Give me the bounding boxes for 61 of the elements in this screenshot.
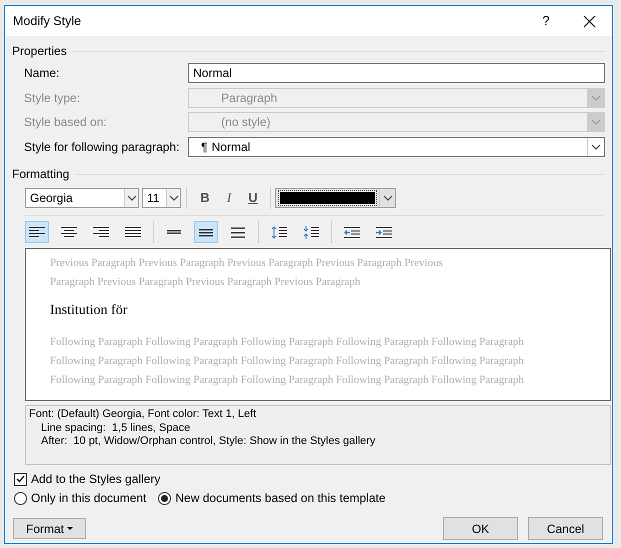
cancel-button[interactable]: Cancel [528, 517, 603, 540]
radio-button[interactable] [14, 492, 27, 504]
dropdown-value: (no style) [221, 114, 271, 132]
chevron-down-icon [591, 94, 601, 101]
preview-sample-text: Institution för [50, 302, 128, 320]
checkbox-label: Add to the Styles gallery [31, 471, 160, 488]
description-text: Line spacing: 1,5 lines, Space [41, 422, 190, 435]
align-right-icon [93, 226, 109, 238]
radio-label: Only in this document [31, 490, 146, 507]
name-field[interactable]: Normal [188, 63, 605, 84]
preview-following-text: Following Paragraph Following Paragraph Following Paragraph Following Paragraph Following Paragraph [50, 354, 524, 369]
preview-following-text: Following Paragraph Following Paragraph Following Paragraph Following Paragraph Following Paragraph [50, 335, 524, 350]
underline-button[interactable]: U [241, 187, 265, 209]
font-value: Georgia [29, 190, 74, 207]
dropdown-value: Paragraph [221, 90, 278, 107]
pilcrow-icon: ¶ [201, 138, 208, 156]
help-button[interactable]: ? [526, 7, 566, 35]
italic-button[interactable]: I [217, 187, 241, 209]
outdent-icon [344, 226, 360, 238]
dropdown-value: Normal [212, 138, 250, 156]
window-title: Modify Style [13, 12, 82, 30]
paragraph-format-button[interactable] [25, 221, 49, 243]
font-color-dropdown[interactable] [275, 188, 396, 208]
spacing-increase-icon [271, 226, 287, 238]
checkbox[interactable] [14, 472, 27, 486]
preview-previous-text: Previous Paragraph Previous Paragraph Previous Paragraph Previous Paragraph Previous [50, 256, 443, 271]
section-heading: Properties [12, 43, 67, 60]
spacing-decrease-icon [303, 226, 319, 238]
scope-radio[interactable]: Only in this document [14, 489, 146, 507]
align-left-icon [29, 226, 45, 238]
paragraph-format-button[interactable] [194, 221, 218, 243]
preview-previous-text: Paragraph Previous Paragraph Previous Paragraph Previous Paragraph [50, 275, 360, 290]
gallery-checkbox[interactable]: Add to the Styles gallery [14, 471, 160, 487]
description-text: After: 10 pt, Widow/Orphan control, Style: Show in the Styles gallery [41, 435, 376, 448]
ok-button[interactable]: OK [443, 517, 518, 540]
check-icon [16, 475, 25, 483]
field-label: Style based on: [24, 114, 108, 132]
justify-icon [125, 226, 141, 238]
field-label: Style type: [24, 90, 82, 107]
align-center-icon [61, 226, 77, 238]
close-icon [582, 14, 596, 28]
bold-button[interactable]: B [193, 187, 217, 209]
size-value: 11 [146, 190, 160, 207]
format-button[interactable]: Format [13, 518, 86, 539]
chevron-down-icon [591, 144, 601, 150]
caret-icon [67, 527, 73, 530]
size-dropdown[interactable]: 11 [142, 188, 181, 208]
font-dropdown[interactable]: Georgia [25, 188, 139, 208]
radio-button[interactable] [158, 492, 172, 504]
chevron-down-icon [591, 119, 601, 126]
chevron-down-icon [382, 195, 392, 201]
chevron-down-icon [126, 195, 136, 201]
field-label: Name: [24, 65, 60, 82]
chevron-down-icon [168, 195, 178, 201]
preview-following-text: Following Paragraph Following Paragraph Following Paragraph Following Paragraph Following Paragraph [50, 373, 524, 388]
section-heading: Formatting [12, 166, 70, 183]
indent-icon [376, 226, 392, 238]
field-label: Style for following paragraph: [24, 138, 180, 156]
line-spacing-icon [230, 226, 246, 238]
description-text: Font: (Default) Georgia, Font color: Text 1, Left [29, 408, 256, 422]
dropdown-field[interactable]: ¶ Normal [188, 136, 605, 157]
